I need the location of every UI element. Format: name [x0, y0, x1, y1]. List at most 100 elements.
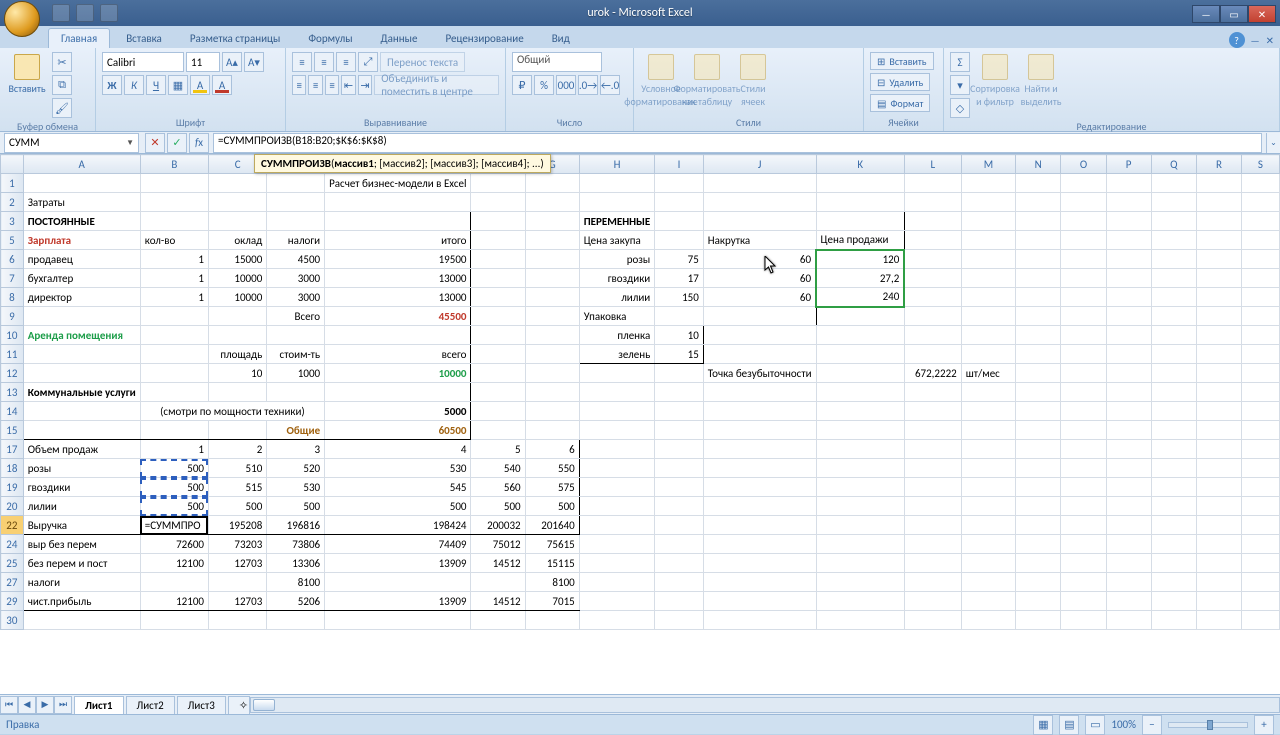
cell[interactable]: [816, 193, 904, 212]
cell[interactable]: [525, 193, 579, 212]
cell[interactable]: [1106, 383, 1151, 402]
cell[interactable]: 10: [208, 364, 266, 383]
cell[interactable]: [655, 497, 704, 516]
cell[interactable]: 550: [525, 459, 579, 478]
cell[interactable]: [1106, 193, 1151, 212]
cell[interactable]: [816, 592, 904, 611]
find-select-button[interactable]: Найти и выделить: [1020, 52, 1062, 108]
cell[interactable]: ПОСТОЯННЫЕ: [23, 212, 140, 231]
cell[interactable]: 17: [655, 269, 704, 288]
cell[interactable]: [816, 307, 904, 326]
cell[interactable]: [579, 459, 655, 478]
cell[interactable]: 12100: [140, 592, 208, 611]
cell[interactable]: [579, 193, 655, 212]
orientation-icon[interactable]: ⤢: [358, 52, 378, 72]
cell[interactable]: [1151, 307, 1196, 326]
cell[interactable]: 500: [471, 497, 525, 516]
cell[interactable]: [703, 611, 816, 630]
view-pagebreak-icon[interactable]: ▭: [1085, 715, 1105, 735]
cell[interactable]: [904, 231, 961, 250]
cell[interactable]: [140, 326, 208, 345]
cell[interactable]: площадь: [208, 345, 266, 364]
cell[interactable]: гвоздики: [23, 478, 140, 497]
cell[interactable]: [904, 174, 961, 193]
zoom-in-button[interactable]: +: [1254, 715, 1274, 735]
cell[interactable]: [1196, 250, 1241, 269]
cell[interactable]: [525, 611, 579, 630]
cell[interactable]: [1241, 345, 1279, 364]
cell[interactable]: 73203: [208, 535, 266, 554]
cell[interactable]: [1151, 573, 1196, 592]
cell[interactable]: [655, 592, 704, 611]
expand-formula-icon[interactable]: ⌄: [1266, 133, 1280, 153]
row-header[interactable]: 7: [1, 269, 24, 288]
help-icon[interactable]: ?: [1229, 32, 1245, 48]
cell[interactable]: выр без перем: [23, 535, 140, 554]
tab-nav-prev-icon[interactable]: ◀: [18, 696, 36, 714]
align-left-icon[interactable]: ≡: [292, 75, 306, 95]
cell[interactable]: [703, 326, 816, 345]
cell[interactable]: [703, 535, 816, 554]
cell[interactable]: Коммунальные услуги: [23, 383, 140, 402]
cell[interactable]: [904, 307, 961, 326]
cell[interactable]: [961, 193, 1015, 212]
cut-icon[interactable]: ✂: [52, 52, 72, 72]
cell[interactable]: [208, 307, 266, 326]
cell[interactable]: [1061, 193, 1106, 212]
cell[interactable]: [703, 516, 816, 535]
cell[interactable]: [1061, 326, 1106, 345]
borders-icon[interactable]: ▦: [168, 75, 188, 95]
cell[interactable]: [1061, 250, 1106, 269]
cell[interactable]: [471, 345, 525, 364]
cell[interactable]: [1151, 193, 1196, 212]
percent-icon[interactable]: %: [534, 75, 554, 95]
cell[interactable]: 13909: [325, 592, 471, 611]
cell[interactable]: [1106, 288, 1151, 307]
cell[interactable]: [1196, 288, 1241, 307]
row-header[interactable]: 17: [1, 440, 24, 459]
cell[interactable]: [1061, 421, 1106, 440]
cell[interactable]: [1241, 554, 1279, 573]
row-header[interactable]: 19: [1, 478, 24, 497]
cell[interactable]: директор: [23, 288, 140, 307]
cell[interactable]: [1061, 364, 1106, 383]
cell[interactable]: 4500: [267, 250, 325, 269]
cell[interactable]: 14512: [471, 554, 525, 573]
cell[interactable]: 6: [525, 440, 579, 459]
cell[interactable]: [1061, 174, 1106, 193]
cell[interactable]: [655, 573, 704, 592]
cell[interactable]: [961, 174, 1015, 193]
cell[interactable]: 575: [525, 478, 579, 497]
align-top-icon[interactable]: ≡: [292, 52, 312, 72]
cell[interactable]: 530: [325, 459, 471, 478]
align-right-icon[interactable]: ≡: [325, 75, 339, 95]
cell[interactable]: оклад: [208, 231, 266, 250]
cell[interactable]: [325, 383, 471, 402]
cell[interactable]: [961, 478, 1015, 497]
cell[interactable]: [816, 326, 904, 345]
cell[interactable]: [961, 269, 1015, 288]
number-format-combo[interactable]: Общий: [512, 52, 602, 72]
cell[interactable]: 15: [655, 345, 704, 364]
cell[interactable]: [23, 174, 140, 193]
cell[interactable]: [267, 383, 325, 402]
cell[interactable]: [579, 573, 655, 592]
cell[interactable]: [525, 174, 579, 193]
row-header[interactable]: 30: [1, 611, 24, 630]
cell[interactable]: [1016, 307, 1061, 326]
cell[interactable]: 1: [140, 288, 208, 307]
cell[interactable]: [703, 592, 816, 611]
comma-icon[interactable]: 000: [556, 75, 576, 95]
cell[interactable]: [1061, 554, 1106, 573]
cell[interactable]: [325, 212, 471, 231]
name-box[interactable]: СУММ▼: [4, 133, 139, 153]
row-header[interactable]: 25: [1, 554, 24, 573]
cell[interactable]: [23, 611, 140, 630]
merge-center-button[interactable]: Объединить и поместить в центре: [374, 75, 499, 95]
cell[interactable]: розы: [579, 250, 655, 269]
cell[interactable]: [471, 193, 525, 212]
cell[interactable]: [140, 212, 208, 231]
cell[interactable]: [1196, 326, 1241, 345]
cell[interactable]: [1151, 497, 1196, 516]
cell[interactable]: [655, 440, 704, 459]
